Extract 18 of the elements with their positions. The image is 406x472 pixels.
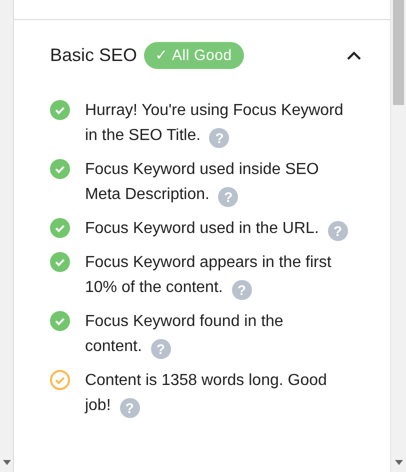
help-icon[interactable]: ? <box>120 398 140 418</box>
check-message: Focus Keyword used in the URL. ? <box>84 216 350 241</box>
help-icon[interactable]: ? <box>150 339 171 359</box>
help-icon[interactable]: ? <box>328 221 348 241</box>
scrollbar-thumb[interactable] <box>393 0 404 105</box>
check-message: Focus Keyword found in the content. ? <box>84 312 284 359</box>
help-icon[interactable]: ? <box>218 187 238 207</box>
caret-icon <box>346 50 362 60</box>
check-message: Focus Keyword appears in the first 10% of the content. ? <box>84 253 332 300</box>
section-title: Basic SEO <box>50 45 137 66</box>
check-message: Hurray! You're using Focus Keyword in the SEO Title. ? <box>84 101 344 148</box>
scroll-down-icon[interactable] <box>3 460 11 465</box>
help-icon[interactable]: ? <box>209 128 230 148</box>
check-message: Content is 1358 words long. Good job! ? <box>84 371 328 418</box>
scroll-down-icon[interactable] <box>395 460 404 465</box>
check-message: Focus Keyword used inside SEO Meta Description. ? <box>84 160 320 207</box>
status-badge: ✓ All Good <box>144 42 244 69</box>
help-icon[interactable]: ? <box>232 280 252 300</box>
